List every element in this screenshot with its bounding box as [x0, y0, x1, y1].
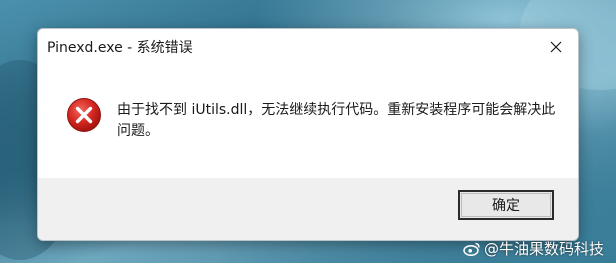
desktop-background: Pinexd.exe - 系统错误 由于找不到 iUtils.dll，无法继续执… [0, 0, 616, 263]
close-icon [550, 41, 562, 53]
error-icon [67, 98, 101, 132]
ok-button[interactable]: 确定 [458, 190, 554, 220]
watermark: @牛油果数码科技 [463, 238, 604, 259]
error-dialog: Pinexd.exe - 系统错误 由于找不到 iUtils.dll，无法继续执… [37, 28, 579, 241]
dialog-content: 由于找不到 iUtils.dll，无法继续执行代码。重新安装程序可能会解决此问题… [38, 65, 578, 178]
window-title: Pinexd.exe - 系统错误 [47, 40, 193, 56]
dialog-footer: 确定 [38, 178, 578, 240]
weibo-icon [463, 242, 480, 256]
title-bar: Pinexd.exe - 系统错误 [38, 29, 578, 65]
watermark-text: @牛油果数码科技 [483, 240, 604, 258]
close-button[interactable] [542, 35, 570, 59]
error-message: 由于找不到 iUtils.dll，无法继续执行代码。重新安装程序可能会解决此问题… [117, 102, 556, 139]
